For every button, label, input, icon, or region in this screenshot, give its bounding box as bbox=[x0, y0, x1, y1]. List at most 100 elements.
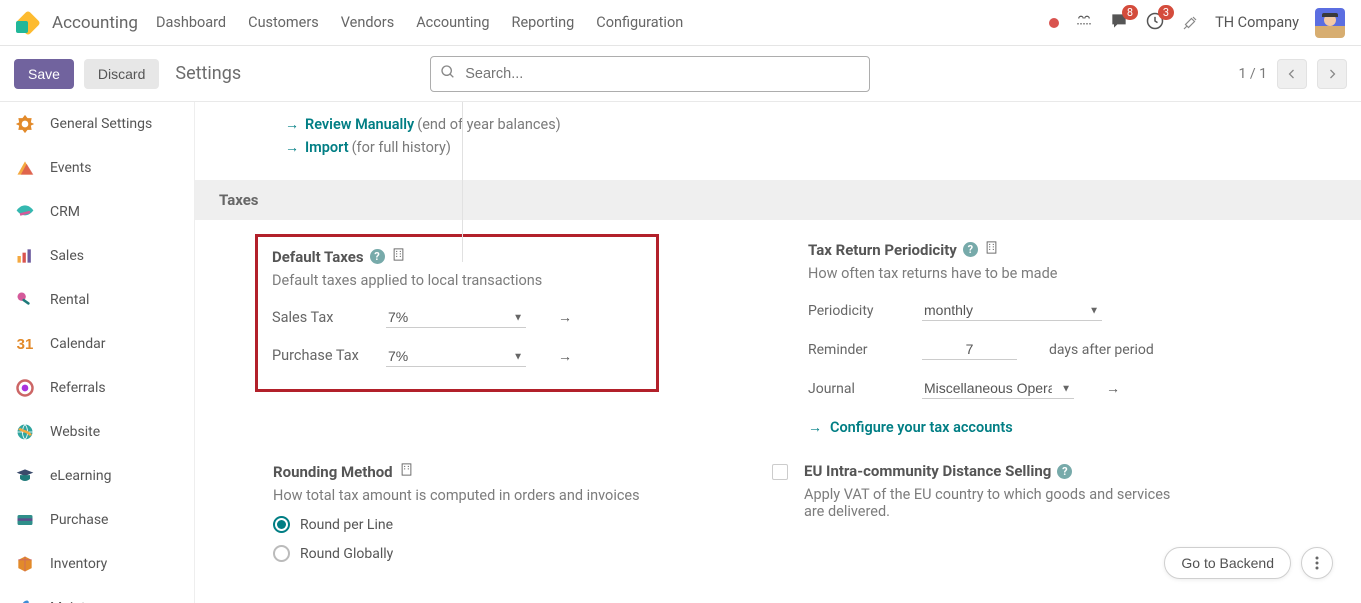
arrow-right-icon: → bbox=[285, 116, 299, 133]
eu-sub: Apply VAT of the EU country to which goo… bbox=[804, 486, 1184, 520]
default-taxes-highlight: Default Taxes ? Default taxes applied to… bbox=[255, 234, 659, 392]
action-bar: Save Discard Settings 1 / 1 bbox=[0, 46, 1361, 102]
round-globally-radio[interactable] bbox=[273, 545, 290, 562]
eu-checkbox[interactable] bbox=[772, 464, 788, 480]
purchase-tax-label: Purchase Tax bbox=[272, 347, 368, 366]
round-per-line-option[interactable]: Round per Line bbox=[273, 516, 748, 533]
user-avatar[interactable] bbox=[1315, 8, 1345, 38]
app-logo-icon[interactable] bbox=[16, 11, 40, 35]
journal-row: Journal ▼ → bbox=[808, 378, 1283, 399]
building-icon[interactable] bbox=[399, 462, 414, 481]
external-link-icon[interactable]: → bbox=[558, 309, 572, 326]
sidebar-item-maintenance[interactable]: Maintenance bbox=[0, 586, 194, 603]
sidebar-item-calendar[interactable]: 31 Calendar bbox=[0, 322, 194, 366]
rental-icon bbox=[14, 289, 36, 311]
reminder-after-label: days after period bbox=[1049, 342, 1154, 358]
save-button[interactable]: Save bbox=[14, 59, 74, 89]
sidebar-item-purchase[interactable]: Purchase bbox=[0, 498, 194, 542]
app-name[interactable]: Accounting bbox=[52, 13, 138, 33]
pager-text: 1 / 1 bbox=[1239, 66, 1267, 82]
sidebar-item-crm[interactable]: CRM bbox=[0, 190, 194, 234]
sidebar-item-label: Rental bbox=[50, 292, 89, 308]
sales-icon bbox=[14, 245, 36, 267]
reminder-input[interactable] bbox=[922, 339, 1017, 360]
nav-accounting[interactable]: Accounting bbox=[416, 14, 489, 31]
sidebar-item-referrals[interactable]: Referrals bbox=[0, 366, 194, 410]
divider bbox=[462, 102, 463, 262]
company-name[interactable]: TH Company bbox=[1215, 14, 1299, 31]
building-icon[interactable] bbox=[391, 247, 406, 266]
help-icon[interactable]: ? bbox=[370, 249, 385, 264]
nav-reporting[interactable]: Reporting bbox=[512, 14, 575, 31]
sales-tax-row: Sales Tax ▼ → bbox=[272, 307, 642, 328]
more-button[interactable] bbox=[1301, 547, 1333, 579]
activities-icon[interactable]: 3 bbox=[1145, 11, 1165, 35]
second-panel-row: Rounding Method How total tax amount is … bbox=[195, 436, 1361, 562]
default-taxes-title: Default Taxes ? bbox=[272, 247, 642, 266]
sidebar-item-inventory[interactable]: Inventory bbox=[0, 542, 194, 586]
reminder-row: Reminder days after period bbox=[808, 339, 1283, 360]
main: General Settings Events CRM Sales Rental… bbox=[0, 102, 1361, 603]
periodicity-row: Periodicity ▼ bbox=[808, 300, 1283, 321]
purchase-tax-row: Purchase Tax ▼ → bbox=[272, 346, 642, 367]
inventory-icon bbox=[14, 553, 36, 575]
rounding-panel: Rounding Method How total tax amount is … bbox=[273, 462, 748, 562]
breadcrumb[interactable]: Settings bbox=[175, 63, 241, 84]
sales-tax-select[interactable] bbox=[386, 307, 526, 328]
nav-customers[interactable]: Customers bbox=[248, 14, 319, 31]
sidebar-item-events[interactable]: Events bbox=[0, 146, 194, 190]
sidebar-item-elearning[interactable]: eLearning bbox=[0, 454, 194, 498]
referrals-icon bbox=[14, 377, 36, 399]
sidebar[interactable]: General Settings Events CRM Sales Rental… bbox=[0, 102, 195, 603]
default-taxes-sub: Default taxes applied to local transacti… bbox=[272, 272, 642, 289]
gear-icon bbox=[14, 113, 36, 135]
section-taxes: Taxes bbox=[195, 180, 1361, 220]
messages-icon[interactable]: 8 bbox=[1109, 11, 1129, 35]
sidebar-item-general-settings[interactable]: General Settings bbox=[0, 102, 194, 146]
import-link[interactable]: → Import (for full history) bbox=[285, 139, 1361, 156]
sales-tax-label: Sales Tax bbox=[272, 309, 368, 326]
reminder-label: Reminder bbox=[808, 342, 904, 358]
arrow-right-icon: → bbox=[285, 139, 299, 156]
rounding-title: Rounding Method bbox=[273, 462, 748, 481]
discard-button[interactable]: Discard bbox=[84, 59, 159, 89]
sidebar-item-rental[interactable]: Rental bbox=[0, 278, 194, 322]
review-manually-link[interactable]: → Review Manually (end of year balances) bbox=[285, 116, 1361, 133]
go-to-backend-button[interactable]: Go to Backend bbox=[1164, 547, 1291, 579]
journal-select[interactable] bbox=[922, 378, 1074, 399]
pager: 1 / 1 bbox=[1239, 59, 1347, 89]
search-wrap bbox=[430, 56, 870, 92]
building-icon[interactable] bbox=[984, 240, 999, 259]
round-globally-option[interactable]: Round Globally bbox=[273, 545, 748, 562]
search-icon bbox=[440, 64, 456, 84]
pager-prev-button[interactable] bbox=[1277, 59, 1307, 89]
round-per-line-radio[interactable] bbox=[273, 516, 290, 533]
sidebar-item-sales[interactable]: Sales bbox=[0, 234, 194, 278]
periodicity-title: Tax Return Periodicity ? bbox=[808, 240, 1283, 259]
help-icon[interactable]: ? bbox=[1057, 464, 1072, 479]
configure-tax-accounts-link[interactable]: → Configure your tax accounts bbox=[808, 419, 1283, 436]
periodicity-select[interactable] bbox=[922, 300, 1102, 321]
content[interactable]: → Review Manually (end of year balances)… bbox=[195, 102, 1361, 603]
phone-icon[interactable] bbox=[1075, 14, 1093, 32]
pager-next-button[interactable] bbox=[1317, 59, 1347, 89]
sidebar-item-label: eLearning bbox=[50, 468, 111, 484]
purchase-tax-select[interactable] bbox=[386, 346, 526, 367]
default-taxes-panel: Default Taxes ? Default taxes applied to… bbox=[273, 240, 748, 436]
website-icon bbox=[14, 421, 36, 443]
calendar-icon: 31 bbox=[14, 333, 36, 355]
help-icon[interactable]: ? bbox=[963, 242, 978, 257]
tools-icon[interactable] bbox=[1181, 14, 1199, 32]
external-link-icon[interactable]: → bbox=[558, 348, 572, 365]
nav-links: Dashboard Customers Vendors Accounting R… bbox=[156, 14, 683, 31]
sidebar-item-label: CRM bbox=[50, 204, 80, 220]
nav-vendors[interactable]: Vendors bbox=[341, 14, 394, 31]
taxes-panel-row: Default Taxes ? Default taxes applied to… bbox=[195, 220, 1361, 436]
search-input[interactable] bbox=[430, 56, 870, 92]
notification-dot-icon[interactable] bbox=[1049, 18, 1059, 28]
nav-dashboard[interactable]: Dashboard bbox=[156, 14, 226, 31]
sidebar-item-website[interactable]: Website bbox=[0, 410, 194, 454]
sidebar-item-label: Purchase bbox=[50, 512, 108, 528]
nav-configuration[interactable]: Configuration bbox=[596, 14, 683, 31]
external-link-icon[interactable]: → bbox=[1106, 380, 1120, 397]
